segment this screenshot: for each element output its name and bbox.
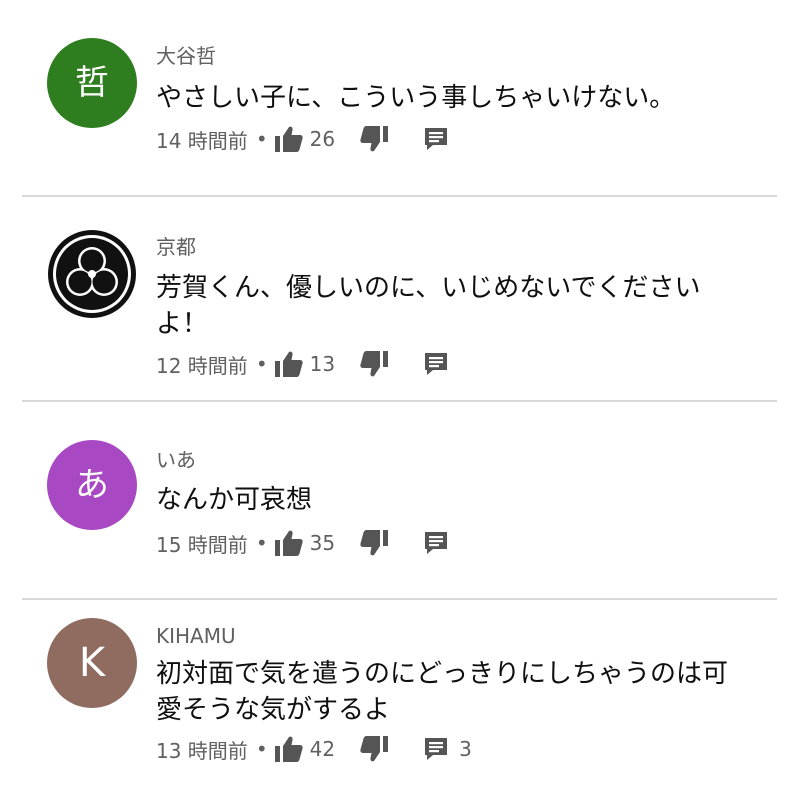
avatar-initial: 哲 bbox=[75, 63, 109, 103]
thumb-down-icon[interactable] bbox=[359, 735, 389, 763]
separator-dot: • bbox=[255, 127, 268, 151]
comment-timestamp: 13 時間前 bbox=[156, 738, 248, 763]
comment-timestamp: 12 時間前 bbox=[156, 353, 248, 378]
avatar[interactable]: K bbox=[47, 618, 137, 708]
reply-count[interactable]: 3 bbox=[459, 737, 472, 761]
divider bbox=[22, 400, 777, 402]
comment-actions: 13 時間前 • 42 3 bbox=[156, 732, 472, 766]
separator-dot: • bbox=[255, 531, 268, 555]
avatar-initial: あ bbox=[75, 465, 109, 505]
comment-author[interactable]: 京都 bbox=[156, 235, 196, 259]
thumb-down-icon[interactable] bbox=[359, 350, 389, 378]
comment-text: 芳賀くん、優しいのに、いじめないでくださいよ！ bbox=[156, 273, 701, 339]
avatar[interactable]: あ bbox=[47, 440, 137, 530]
comment-icon[interactable] bbox=[423, 351, 449, 377]
comment-text: なんか可哀想 bbox=[156, 485, 313, 515]
like-count: 13 bbox=[309, 352, 336, 376]
thumb-up-icon[interactable] bbox=[274, 125, 304, 153]
comment-author[interactable]: KIHAMU bbox=[156, 624, 236, 648]
avatar-initial: K bbox=[78, 640, 106, 686]
thumb-up-icon[interactable] bbox=[274, 735, 304, 763]
comment-author[interactable]: いあ bbox=[156, 448, 196, 472]
thumb-down-icon[interactable] bbox=[359, 125, 389, 153]
comment-actions: 15 時間前 • 35 bbox=[156, 526, 449, 560]
comment-timestamp: 14 時間前 bbox=[156, 128, 248, 153]
like-count: 26 bbox=[309, 127, 336, 151]
comment-actions: 12 時間前 • 13 bbox=[156, 347, 449, 381]
separator-dot: • bbox=[255, 737, 268, 761]
like-count: 42 bbox=[309, 737, 336, 761]
like-count: 35 bbox=[309, 531, 336, 555]
avatar[interactable]: 哲 bbox=[47, 38, 137, 128]
comment-author[interactable]: 大谷哲 bbox=[156, 44, 216, 68]
comment-text: 初対面で気を遣うのにどっきりにしちゃうのは可愛そうな気がするよ bbox=[156, 659, 729, 725]
avatar[interactable] bbox=[47, 229, 137, 319]
comment-icon[interactable] bbox=[423, 530, 449, 556]
divider bbox=[22, 195, 777, 197]
thumb-up-icon[interactable] bbox=[274, 529, 304, 557]
comment-icon[interactable] bbox=[423, 126, 449, 152]
divider bbox=[22, 598, 777, 600]
comment-timestamp: 15 時間前 bbox=[156, 532, 248, 557]
family-crest-icon bbox=[48, 230, 136, 318]
thumb-up-icon[interactable] bbox=[274, 350, 304, 378]
separator-dot: • bbox=[255, 352, 268, 376]
comment-text: やさしい子に、こういう事しちゃいけない。 bbox=[156, 83, 676, 113]
comment-icon[interactable] bbox=[423, 736, 449, 762]
thumb-down-icon[interactable] bbox=[359, 529, 389, 557]
comment-actions: 14 時間前 • 26 bbox=[156, 122, 449, 156]
